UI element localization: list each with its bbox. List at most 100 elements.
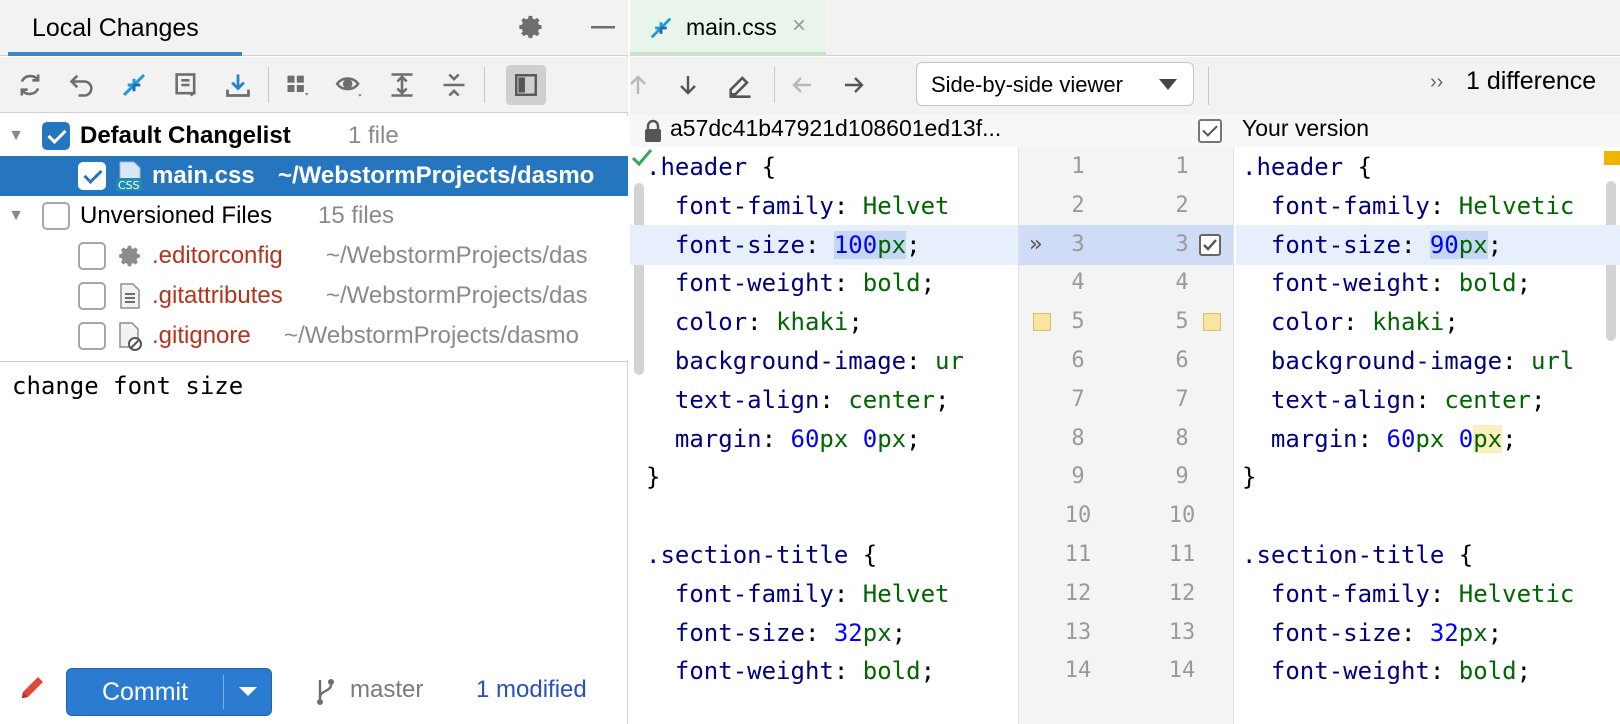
line-number-left: 3: [1071, 231, 1085, 257]
code-line[interactable]: font-family: Helvetic: [1236, 186, 1620, 226]
modified-count-link[interactable]: 1 modified: [476, 676, 587, 704]
rollback-icon[interactable]: [62, 65, 102, 105]
code-line[interactable]: [1236, 496, 1620, 536]
line-number-right: 6: [1175, 348, 1189, 373]
code-line[interactable]: font-family: Helvetic: [1236, 574, 1620, 614]
include-checkbox[interactable]: [1198, 119, 1222, 143]
commit-message-input[interactable]: change font size: [12, 372, 243, 400]
viewer-mode-value: Side-by-side viewer: [931, 72, 1123, 97]
code-line[interactable]: background-image: ur: [630, 341, 1018, 381]
changelist-unversioned[interactable]: ▼ Unversioned Files 15 files: [0, 196, 628, 236]
line-number-left: 1: [1071, 154, 1085, 179]
bookmark-marker: [1203, 313, 1221, 332]
file-checkbox[interactable]: [78, 242, 106, 270]
code-line[interactable]: background-image: url: [1236, 341, 1620, 381]
chevron-down-icon: [1159, 79, 1177, 90]
file-path: ~/WebstormProjects/dasmo: [284, 322, 579, 349]
shelve-icon[interactable]: [166, 65, 206, 105]
back-arrow-icon[interactable]: [784, 67, 820, 103]
gear-icon[interactable]: [514, 10, 548, 44]
code-line[interactable]: font-weight: bold;: [630, 263, 1018, 303]
left-editor[interactable]: .header { font-family: Helvet font-size:…: [630, 147, 1018, 724]
changelist-checkbox[interactable]: [42, 202, 70, 230]
code-line[interactable]: .header {: [1236, 147, 1620, 187]
line-number-right: 10: [1168, 503, 1196, 529]
code-line[interactable]: [630, 496, 1018, 536]
code-line[interactable]: font-size: 90px;: [1236, 224, 1620, 265]
file-checkbox[interactable]: [78, 162, 106, 190]
minimize-icon[interactable]: [586, 10, 620, 44]
file-row-editorconfig[interactable]: .editorconfig ~/WebstormProjects/das: [0, 236, 628, 276]
expand-arrow-icon[interactable]: ▼: [6, 126, 26, 146]
refresh-icon[interactable]: [10, 65, 50, 105]
code-line[interactable]: }: [630, 457, 1018, 497]
branch-icon[interactable]: [314, 676, 338, 706]
pencil-icon[interactable]: [18, 672, 50, 704]
file-checkbox[interactable]: [78, 322, 106, 350]
commit-button[interactable]: Commit: [66, 668, 272, 716]
edit-source-icon[interactable]: [722, 67, 758, 103]
code-line[interactable]: font-family: Helvet: [630, 574, 1018, 614]
code-line[interactable]: }: [1236, 457, 1620, 497]
chevron-down-icon[interactable]: [224, 669, 272, 715]
file-path: ~/WebstormProjects/das: [326, 282, 588, 309]
code-line[interactable]: color: khaki;: [630, 302, 1018, 342]
previous-difference-icon[interactable]: [620, 67, 656, 103]
diff-icon: [646, 14, 676, 42]
code-line[interactable]: margin: 60px 0px;: [1236, 419, 1620, 459]
next-difference-icon[interactable]: [670, 67, 706, 103]
line-number-left: 14: [1064, 658, 1092, 684]
apply-change-icon[interactable]: »: [1029, 225, 1042, 265]
group-by-icon[interactable]: [278, 65, 318, 105]
changelist-default[interactable]: ▼ Default Changelist 1 file: [0, 116, 628, 156]
expand-arrow-icon[interactable]: ▼: [6, 206, 26, 226]
expand-all-icon[interactable]: [382, 65, 422, 105]
right-editor[interactable]: .header { font-family: Helvetic font-siz…: [1236, 147, 1620, 724]
gutter-row: 88: [1019, 419, 1233, 459]
gutter-row: 14 14: [1019, 651, 1233, 691]
close-icon[interactable]: ×: [792, 12, 806, 40]
viewer-mode-select[interactable]: Side-by-side viewer: [916, 62, 1194, 106]
code-line[interactable]: .section-title {: [630, 535, 1018, 575]
more-chevron-icon[interactable]: ››: [1430, 71, 1443, 94]
code-line[interactable]: .header {: [630, 147, 1018, 187]
panel-title[interactable]: Local Changes: [8, 0, 242, 56]
file-row-main-css[interactable]: CSS main.css ~/WebstormProjects/dasmo: [0, 156, 628, 196]
tab-main-css[interactable]: main.css ×: [630, 0, 826, 56]
line-number-right: 3: [1175, 231, 1189, 257]
right-version-title: Your version: [1242, 115, 1370, 141]
line-number-right: 5: [1175, 309, 1189, 335]
code-line[interactable]: font-weight: bold;: [1236, 651, 1620, 691]
code-line[interactable]: font-family: Helvet: [630, 186, 1018, 226]
file-path: ~/WebstormProjects/das: [326, 242, 588, 269]
update-icon[interactable]: [218, 65, 258, 105]
divider: [0, 361, 628, 362]
include-change-checkbox[interactable]: [1199, 233, 1221, 256]
file-row-gitattributes[interactable]: .gitattributes ~/WebstormProjects/das: [0, 276, 628, 316]
code-line[interactable]: font-weight: bold;: [630, 651, 1018, 691]
gutter-row: 99: [1019, 457, 1233, 497]
line-number-left: 4: [1071, 270, 1085, 296]
branch-name[interactable]: master: [350, 676, 423, 704]
forward-arrow-icon[interactable]: [836, 67, 872, 103]
code-line[interactable]: font-size: 32px;: [630, 613, 1018, 653]
view-options-icon[interactable]: [330, 65, 370, 105]
local-changes-panel: Local Changes ▼ Default Changelist 1 fil…: [0, 0, 628, 724]
code-line[interactable]: font-size: 32px;: [1236, 613, 1620, 653]
changelist-label: Unversioned Files: [80, 202, 273, 229]
code-line[interactable]: text-align: center;: [1236, 380, 1620, 420]
code-line[interactable]: margin: 60px 0px;: [630, 419, 1018, 459]
file-checkbox[interactable]: [78, 282, 106, 310]
line-number-left: 7: [1071, 386, 1085, 412]
lock-icon: [644, 119, 664, 143]
changelist-checkbox[interactable]: [42, 122, 70, 150]
code-line[interactable]: .section-title {: [1236, 535, 1620, 575]
collapse-all-icon[interactable]: [434, 65, 474, 105]
code-line[interactable]: text-align: center;: [630, 380, 1018, 420]
code-line[interactable]: font-weight: bold;: [1236, 263, 1620, 303]
code-line[interactable]: color: khaki;: [1236, 302, 1620, 342]
file-row-gitignore[interactable]: .gitignore ~/WebstormProjects/dasmo: [0, 316, 628, 356]
preview-toggle-icon[interactable]: [506, 65, 546, 105]
code-line[interactable]: font-size: 100px;: [630, 224, 1018, 265]
diff-icon[interactable]: [114, 65, 154, 105]
